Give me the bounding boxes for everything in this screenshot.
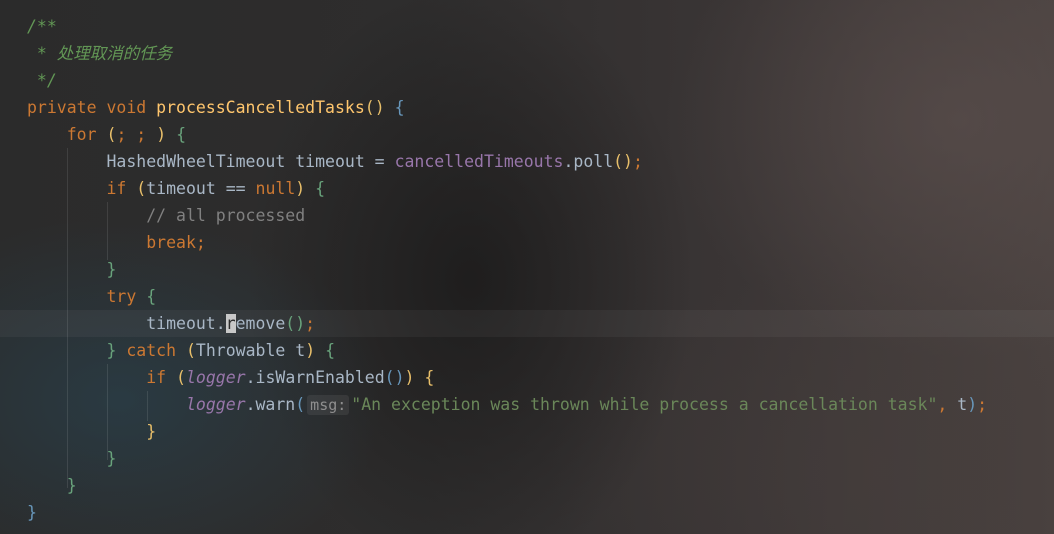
code-token: try	[106, 287, 147, 306]
code-token: /**	[27, 17, 57, 36]
code-line[interactable]: }	[27, 472, 987, 499]
code-line[interactable]: try {	[27, 283, 987, 310]
code-token: .isWarnEnabled	[245, 368, 385, 387]
code-token: )	[305, 341, 316, 360]
code-line[interactable]: /**	[27, 13, 987, 40]
code-token: {	[424, 368, 435, 387]
code-line[interactable]: break;	[27, 229, 987, 256]
code-line[interactable]: */	[27, 67, 987, 94]
code-editor[interactable]: /** * 处理取消的任务 */ private void processCanc…	[0, 0, 1054, 534]
code-token: ()	[364, 98, 385, 117]
code-token: break;	[146, 233, 206, 252]
code-line[interactable]: * 处理取消的任务	[27, 40, 987, 67]
code-token: (	[295, 395, 306, 414]
code-token: ;	[977, 395, 988, 414]
text-caret: r	[225, 314, 236, 333]
code-token: }	[27, 503, 37, 522]
code-token: }	[106, 449, 117, 468]
code-token: }	[66, 476, 77, 495]
code-token: emove	[235, 314, 286, 333]
code-token: * 处理取消的任务	[27, 44, 173, 63]
code-line[interactable]: }	[27, 418, 987, 445]
code-token: }	[106, 260, 117, 279]
code-token: timeout.	[27, 314, 226, 333]
code-token: ()	[613, 152, 633, 171]
code-token: )	[967, 395, 978, 414]
code-line[interactable]: // all processed	[27, 202, 987, 229]
code-token: processCancelledTasks	[156, 98, 365, 117]
code-line[interactable]: logger.warn(msg: "An exception was thrown…	[27, 391, 987, 418]
code-token: )	[295, 179, 306, 198]
code-token: }	[106, 341, 117, 360]
code-line[interactable]: }	[27, 499, 987, 526]
code-token: ()	[384, 368, 405, 387]
code-token: // all processed	[146, 206, 306, 225]
code-token: )	[156, 125, 167, 144]
code-token: Throwable t	[195, 341, 306, 360]
code-token: ;	[633, 152, 643, 171]
code-line[interactable]: for (; ; ) {	[27, 121, 987, 148]
code-token: if	[106, 179, 137, 198]
code-token: cancelledTimeouts	[394, 152, 564, 171]
code-area[interactable]: /** * 处理取消的任务 */ private void processCanc…	[27, 13, 987, 526]
code-token: (	[185, 341, 196, 360]
code-token: {	[176, 125, 186, 144]
code-token: "An exception was thrown while process a…	[351, 395, 938, 414]
code-token: (	[176, 368, 186, 387]
code-token: if	[146, 368, 177, 387]
code-token: {	[394, 98, 405, 117]
code-line[interactable]: } catch (Throwable t) {	[27, 337, 987, 364]
code-token: for	[66, 125, 107, 144]
code-line[interactable]: }	[27, 256, 987, 283]
code-token: ;	[305, 314, 316, 333]
code-token: (	[136, 179, 147, 198]
code-token: .poll	[563, 152, 614, 171]
code-token: HashedWheelTimeout timeout =	[27, 152, 395, 171]
code-token: ()	[285, 314, 306, 333]
code-token: timeout ==	[146, 179, 256, 198]
code-token: {	[146, 287, 157, 306]
parameter-hint: msg:	[307, 395, 350, 415]
code-line[interactable]: }	[27, 445, 987, 472]
code-line[interactable]: private void processCancelledTasks() {	[27, 94, 987, 121]
code-token: ,	[937, 395, 958, 414]
code-token: )	[404, 368, 415, 387]
code-token: catch	[126, 341, 186, 360]
code-token: logger	[185, 368, 246, 387]
code-token: ; ;	[116, 125, 157, 144]
code-line[interactable]: HashedWheelTimeout timeout = cancelledTi…	[27, 148, 987, 175]
code-token: (	[106, 125, 117, 144]
code-token: t	[957, 395, 968, 414]
code-line[interactable]: timeout.remove();	[27, 310, 987, 337]
code-token: */	[27, 71, 57, 90]
code-token: logger	[185, 395, 246, 414]
code-token: }	[146, 422, 157, 441]
code-line[interactable]: if (logger.isWarnEnabled()) {	[27, 364, 987, 391]
code-token: {	[315, 179, 326, 198]
code-token: private void	[27, 98, 157, 117]
code-line[interactable]: if (timeout == null) {	[27, 175, 987, 202]
code-token: .warn	[245, 395, 296, 414]
code-token: null	[255, 179, 296, 198]
code-token: {	[325, 341, 335, 360]
